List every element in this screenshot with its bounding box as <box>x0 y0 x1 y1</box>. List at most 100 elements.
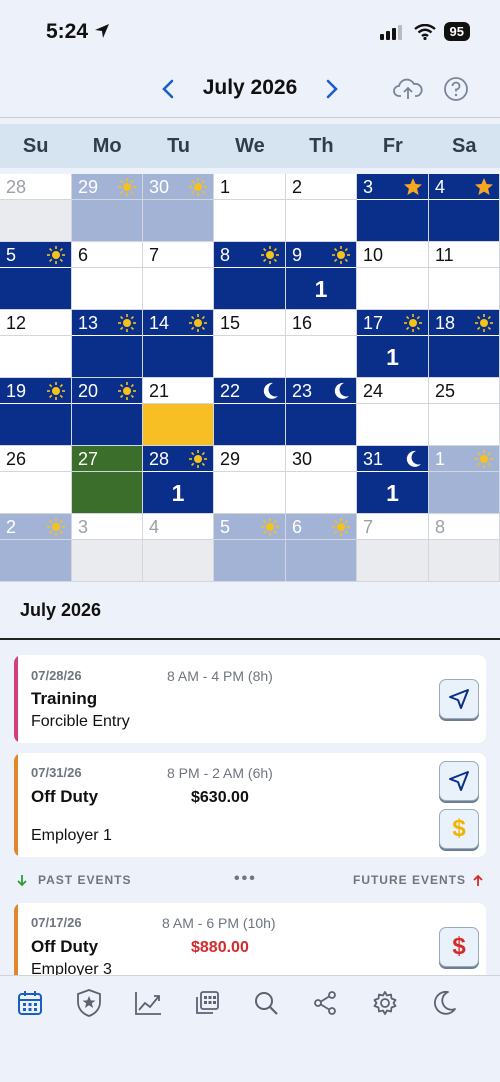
day-cell[interactable]: 3 <box>357 174 429 242</box>
weekday-wed: We <box>235 135 265 157</box>
day-cell[interactable]: 19 <box>0 378 72 446</box>
day-cell[interactable]: 29 <box>72 174 143 242</box>
day-cell[interactable]: 5 <box>0 242 72 310</box>
past-events-link[interactable]: PAST EVENTS <box>16 873 131 887</box>
future-events-link[interactable]: FUTURE EVENTS <box>353 873 484 887</box>
events-bar: PAST EVENTS ••• FUTURE EVENTS <box>0 868 500 894</box>
sun-icon <box>474 313 494 333</box>
day-number: 29 <box>78 177 99 197</box>
day-cell[interactable]: 13 <box>72 310 143 378</box>
payment-button[interactable]: $ <box>439 809 479 849</box>
day-number: 15 <box>220 313 241 333</box>
day-cell[interactable]: 10 <box>357 242 429 310</box>
location-arrow-icon <box>94 24 109 38</box>
day-cell[interactable]: 28 <box>0 174 72 242</box>
day-cell[interactable]: 24 <box>357 378 429 446</box>
cloud-upload-button[interactable] <box>392 74 424 104</box>
day-cell[interactable]: 20 <box>72 378 143 446</box>
help-button[interactable] <box>440 74 472 104</box>
tab-reports[interactable] <box>189 986 225 1020</box>
day-cell-header: 27 <box>72 446 142 472</box>
day-cell[interactable]: 91 <box>286 242 357 310</box>
day-cell-header: 3 <box>357 174 428 200</box>
next-month-button[interactable] <box>317 74 347 104</box>
day-cell[interactable]: 16 <box>286 310 357 378</box>
tab-settings[interactable] <box>367 986 403 1020</box>
day-cell[interactable]: 4 <box>429 174 500 242</box>
day-cell-header: 29 <box>214 446 285 472</box>
day-cell-header: 18 <box>429 310 499 336</box>
day-cell[interactable]: 14 <box>143 310 214 378</box>
event-subtitle: Employer 1 <box>31 827 112 844</box>
day-cell[interactable]: 23 <box>286 378 357 446</box>
day-cell[interactable]: 1 <box>214 174 286 242</box>
day-cell[interactable]: 1 <box>429 446 500 514</box>
event-card[interactable]: 07/28/26 8 AM - 4 PM (8h) Training Forci… <box>14 655 486 743</box>
day-cell[interactable]: 11 <box>429 242 500 310</box>
day-number: 6 <box>292 517 303 537</box>
day-cell[interactable]: 7 <box>143 242 214 310</box>
day-cell[interactable]: 30 <box>143 174 214 242</box>
payment-button[interactable]: $ <box>439 927 479 967</box>
tab-stats[interactable] <box>130 986 166 1020</box>
day-cell-header: 14 <box>143 310 213 336</box>
navigate-button[interactable] <box>439 761 479 801</box>
day-cell[interactable]: 29 <box>214 446 286 514</box>
day-number: 28 <box>6 177 27 197</box>
day-cell[interactable]: 30 <box>286 446 357 514</box>
arrow-down-icon <box>17 874 27 886</box>
day-cell[interactable]: 5 <box>214 514 286 582</box>
navigate-button[interactable] <box>439 679 479 719</box>
event-card[interactable]: 07/31/26 8 PM - 2 AM (6h) Off Duty $630.… <box>14 753 486 857</box>
star-icon <box>474 177 494 197</box>
star-icon <box>403 177 423 197</box>
day-number: 27 <box>78 449 99 469</box>
event-date: 07/17/26 <box>31 915 82 930</box>
day-cell[interactable]: 21 <box>143 378 214 446</box>
arrow-up-icon <box>473 874 483 886</box>
day-cell[interactable]: 26 <box>0 446 72 514</box>
day-cell[interactable]: 8 <box>214 242 286 310</box>
day-cell[interactable]: 28 1 <box>143 446 214 514</box>
day-cell[interactable]: 15 <box>214 310 286 378</box>
event-time: 8 AM - 4 PM (8h) <box>167 668 273 684</box>
day-number: 9 <box>292 245 303 265</box>
weekday-thu: Th <box>309 135 334 157</box>
day-number: 4 <box>435 177 446 197</box>
tab-night-mode[interactable] <box>426 986 462 1020</box>
day-cell-header: 4 <box>429 174 499 200</box>
share-icon <box>314 991 336 1015</box>
day-cell[interactable]: 27 <box>72 446 143 514</box>
day-number: 7 <box>149 245 160 265</box>
day-cell[interactable]: 8 <box>429 514 500 582</box>
day-number: 17 <box>363 313 384 333</box>
day-number: 30 <box>292 449 313 469</box>
day-cell[interactable]: 3 <box>72 514 143 582</box>
day-cell[interactable]: 22 <box>214 378 286 446</box>
tab-badge[interactable] <box>71 986 107 1020</box>
day-cell[interactable]: 25 <box>429 378 500 446</box>
more-dots[interactable]: ••• <box>234 870 257 888</box>
day-number: 18 <box>435 313 456 333</box>
day-cell[interactable]: 31 1 <box>357 446 429 514</box>
day-cell-header: 7 <box>143 242 213 268</box>
tab-search[interactable] <box>248 986 284 1020</box>
day-cell[interactable]: 2 <box>286 174 357 242</box>
day-cell[interactable]: 6 <box>72 242 143 310</box>
tab-share[interactable] <box>307 986 343 1020</box>
sun-icon <box>188 449 208 469</box>
day-number: 2 <box>292 177 303 197</box>
day-cell[interactable]: 17 1 <box>357 310 429 378</box>
sun-icon <box>331 245 351 265</box>
day-cell[interactable]: 4 <box>143 514 214 582</box>
moon-icon <box>403 449 423 469</box>
day-cell[interactable]: 12 <box>0 310 72 378</box>
day-cell[interactable]: 6 <box>286 514 357 582</box>
day-cell[interactable]: 2 <box>0 514 72 582</box>
reports-icon <box>196 991 219 1014</box>
day-cell[interactable]: 7 <box>357 514 429 582</box>
tab-calendar[interactable] <box>12 986 48 1020</box>
event-color-stripe <box>14 753 18 857</box>
day-cell[interactable]: 18 <box>429 310 500 378</box>
sun-icon <box>188 313 208 333</box>
